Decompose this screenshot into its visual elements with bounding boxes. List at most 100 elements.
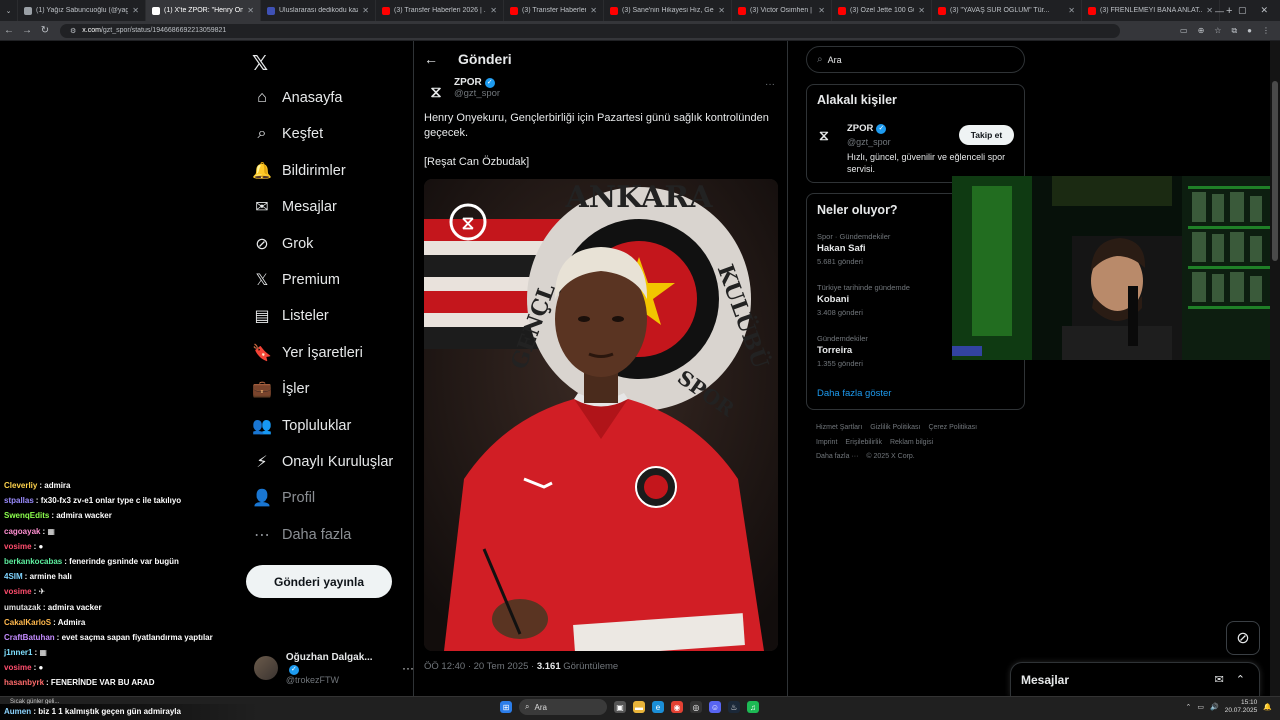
show-more-link[interactable]: Daha fazla göster [817,388,891,399]
zoom-icon[interactable]: ⊕ [1198,26,1205,36]
nav-item-profile[interactable]: 👤 Profil [252,480,315,516]
nav-item-notifications[interactable]: 🔔 Bildirimler [252,153,346,189]
close-icon[interactable]: ✕ [1260,5,1268,16]
nav-item-messages[interactable]: ✉ Mesajlar [252,189,337,225]
related-name[interactable]: ZPOR [847,123,873,134]
browser-tab[interactable]: (3) Victor Osimhen | 7. Çocuk...✕ [732,0,832,21]
tab-close-icon[interactable]: ✕ [1064,6,1075,15]
tab-close-icon[interactable]: ✕ [128,6,139,15]
nav-item-explore[interactable]: ⌕ Keşfet [252,116,324,152]
start-icon[interactable]: ⊞ [500,701,512,713]
footer-link[interactable]: Imprint [816,439,837,446]
star-icon[interactable]: ☆ [1214,26,1221,36]
url-input[interactable]: ⚙ x.com/gzt_spor/status/1946686692213059… [60,23,1120,38]
browser-tab[interactable]: (3) Transfer Haberleri 2026 ...✕ [504,0,604,21]
nav-item-lists[interactable]: ▤ Listeler [252,298,328,334]
discord-icon[interactable]: ☺ [709,701,721,713]
site-info-icon[interactable]: ⚙ [70,27,76,35]
taskbar-search[interactable]: ⌕ Ara [519,699,607,715]
tab-close-icon[interactable]: ✕ [486,6,497,15]
tab-close-icon[interactable]: ✕ [243,6,254,15]
notification-icon[interactable]: 🔔 [1263,703,1272,711]
profile-icon[interactable]: ● [1247,26,1252,36]
related-handle: @gzt_spor [847,137,891,147]
nav-item-jobs[interactable]: 💼 İşler [252,371,309,407]
back-icon[interactable]: ← [0,25,18,36]
expand-icon[interactable]: ⌃ [1236,673,1245,686]
kebab-menu-icon[interactable]: ⋮ [1262,26,1270,36]
maximize-icon[interactable]: ▢ [1238,5,1247,16]
trend-item[interactable]: Türkiye tarihinde gündemde Kobani 3.408 gö… [817,283,910,317]
author-name[interactable]: ZPOR [454,77,482,88]
scrollbar-thumb[interactable] [1272,81,1278,261]
browser-tab[interactable]: (1) X'te ZPOR: "Henry Onyeku...✕ [146,0,261,21]
browser-tab[interactable]: (1) Yağız Sabuncuoğlu (@yagiz...✕ [18,0,146,21]
more-icon: ⋯ [254,526,270,544]
back-arrow-icon[interactable]: ← [414,51,448,67]
nav-item-communities[interactable]: 👥 Topluluklar [252,408,351,444]
spotify-icon[interactable]: ♫ [747,701,759,713]
trend-item[interactable]: Gündemdekiler Torreira 1.355 gönderi [817,334,868,368]
minimize-icon[interactable]: — [1215,6,1224,16]
post-button[interactable]: Gönderi yayınla [246,565,392,598]
footer-link[interactable]: Hizmet Şartları [816,424,862,431]
account-switcher[interactable]: Oğuzhan Dalgak... ✓ @trokezFTW ··· [254,652,414,685]
new-message-icon[interactable]: ✉ [1215,673,1224,686]
chat-message: fx30-fx3 zv-e1 onlar type c ile takılıyo [40,496,182,506]
nav-item-more[interactable]: ⋯ Daha fazla [252,517,351,553]
forward-icon[interactable]: → [18,25,36,36]
grok-button[interactable]: ⊘ [1226,621,1260,655]
tab-close-icon[interactable]: ✕ [586,6,597,15]
nav-item-home[interactable]: ⌂ Anasayfa [252,80,342,116]
tweet-more-icon[interactable]: ··· [765,79,775,90]
messages-drawer[interactable]: Mesajlar ✉ ⌃ [1010,662,1260,696]
tweet-photo[interactable]: ANKARA GENÇL KULÜBÜ SPOR ⧖ [424,179,778,651]
nav-item-premium[interactable]: 𝕏 Premium [252,262,340,298]
zpor-logo-icon[interactable]: ⧖ [424,81,448,105]
browser-tab[interactable]: (3) FRENLEMEYİ BANA ANLAT... ✕ [1082,0,1220,21]
volume-icon[interactable]: 🔊 [1210,703,1219,711]
x-logo-icon[interactable]: 𝕏 [252,51,268,76]
nav-item-label: Daha fazla [282,526,352,543]
cast-icon[interactable]: ▭ [1180,26,1188,36]
tab-close-icon[interactable]: ✕ [914,6,925,15]
footer-link[interactable]: Reklam bilgisi [890,439,933,446]
browser-tab[interactable]: (3) Özel Jette 100 Gün Tutsak...✕ [832,0,932,21]
file-explorer-icon[interactable]: ▬ [633,701,645,713]
nav-item-verified-orgs[interactable]: ⚡ Onaylı Kuruluşlar [252,444,393,480]
browser-tab[interactable]: (3) Sane'nin Hikayesi Hız, Gen... ✕ [604,0,732,21]
page-scrollbar[interactable] [1270,41,1280,696]
browser-tab[interactable]: (3) "YAVAŞ SÜR OĞLUM" Tür... ✕ [932,0,1082,21]
steam-icon[interactable]: ♨ [728,701,740,713]
browser-tab[interactable]: Uluslararası dedikodu kazanı✕ [261,0,376,21]
tab-close-icon[interactable]: ✕ [358,6,369,15]
tab-close-icon[interactable]: ✕ [1202,6,1213,15]
trend-item[interactable]: Spor · Gündemdekiler Hakan Safi 5.681 gönd… [817,232,890,266]
account-handle: @trokezFTW [285,674,340,685]
extensions-icon[interactable]: ⧉ [1231,26,1237,36]
browser-tab[interactable]: (3) Transfer Haberleri 2026 | ... ✕ [376,0,504,21]
reload-icon[interactable]: ↻ [36,25,54,36]
tab-menu-button[interactable]: ⌄ [0,0,18,21]
tweet-time[interactable]: ÖÖ 12:40 · 20 Tem 2025 · [424,661,537,672]
clock[interactable]: 15:10 20.07.2025 [1225,699,1258,715]
footer-link[interactable]: Erişilebilirlik [845,439,882,446]
obs-icon[interactable]: ◎ [690,701,702,713]
zpor-logo-icon[interactable]: ⧖ [819,127,829,144]
follow-button[interactable]: Takip et [959,125,1014,145]
footer-link[interactable]: Gizlilik Politikası [870,424,920,431]
nav-item-bookmarks[interactable]: 🔖 Yer İşaretleri [252,335,363,371]
chevron-up-icon[interactable]: ⌃ [1186,703,1192,711]
edge-icon[interactable]: e [652,701,664,713]
author-handle[interactable]: @gzt_spor [454,88,500,99]
footer-link[interactable]: © 2025 X Corp. [866,453,914,460]
chrome-icon[interactable]: ◉ [671,701,683,713]
footer-link[interactable]: Çerez Politikası [928,424,977,431]
task-view-icon[interactable]: ▣ [614,701,626,713]
nav-item-grok[interactable]: ⊘ Grok [252,226,313,262]
tab-close-icon[interactable]: ✕ [714,6,725,15]
search-input[interactable]: ⌕ Ara [806,46,1025,73]
tab-close-icon[interactable]: ✕ [814,6,825,15]
footer-link[interactable]: Daha fazla ··· [816,453,858,460]
network-icon[interactable]: ▭ [1197,703,1204,711]
